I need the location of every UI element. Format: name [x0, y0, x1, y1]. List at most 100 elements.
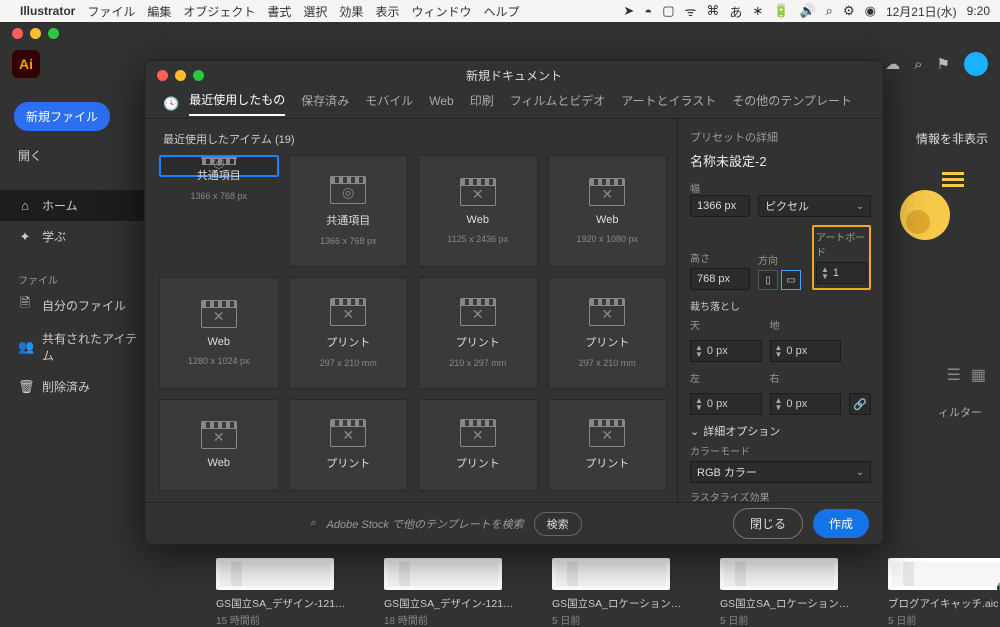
- preset-name-input[interactable]: 名称未設定-2: [690, 151, 871, 170]
- recent-file[interactable]: GS国立SA_ロケーション1208- 5 日前: [552, 558, 682, 627]
- preset-card[interactable]: Web1125 x 2436 px: [418, 155, 538, 267]
- recent-file[interactable]: GS国立SA_デザイン-1215.ai 18 時間前: [384, 558, 514, 627]
- menu-view[interactable]: 表示: [375, 3, 399, 20]
- line-icon[interactable]: ◓: [644, 4, 652, 19]
- sidebar-shared[interactable]: 👥 共有されたアイテム: [0, 323, 160, 371]
- page-x-icon: [201, 421, 237, 449]
- recent-file[interactable]: ブログアイキャッチ.aic 5 日前: [888, 558, 1000, 627]
- create-button[interactable]: 作成: [813, 509, 869, 538]
- menubar-time[interactable]: 9:20: [967, 4, 990, 18]
- tab-other[interactable]: その他のテンプレート: [732, 92, 852, 115]
- preset-card[interactable]: Web1280 x 1024 px: [159, 277, 279, 389]
- preset-dim: 210 x 297 mm: [449, 358, 506, 368]
- menu-select[interactable]: 選択: [303, 3, 327, 20]
- chevron-down-icon: ⌄: [856, 467, 864, 478]
- tab-film[interactable]: フィルムとビデオ: [510, 92, 606, 115]
- bleed-right-input[interactable]: ▲▼0 px: [770, 393, 842, 415]
- menu-type[interactable]: 書式: [267, 3, 291, 20]
- home-sidebar: 新規ファイル 開く ⌂ ホーム ✦ 学ぶ ファイル 🗎 自分のファイル 👥 共有…: [0, 84, 160, 412]
- height-input[interactable]: 768 px: [690, 268, 750, 290]
- width-input[interactable]: 1366 px: [690, 195, 750, 217]
- display-icon[interactable]: ▢: [662, 3, 674, 19]
- preset-card[interactable]: プリント297 x 210 mm: [548, 277, 668, 389]
- sidebar-shared-label: 共有されたアイテム: [42, 330, 142, 364]
- tab-print[interactable]: 印刷: [470, 92, 494, 115]
- preset-title: プリント: [456, 334, 500, 350]
- close-button[interactable]: 閉じる: [733, 508, 803, 539]
- sidebar-home[interactable]: ⌂ ホーム: [0, 190, 160, 221]
- sidebar-learn[interactable]: ✦ 学ぶ: [0, 221, 160, 252]
- tab-recent[interactable]: 最近使用したもの: [189, 91, 285, 116]
- unit-select[interactable]: ピクセル⌄: [758, 195, 871, 217]
- wifi-icon[interactable]: ᯤ: [684, 2, 696, 20]
- preset-card[interactable]: プリント: [418, 399, 538, 491]
- grid-view-icon[interactable]: ▦: [971, 365, 986, 385]
- stock-search-button[interactable]: 検索: [534, 512, 582, 536]
- lang-icon[interactable]: あ: [729, 2, 742, 21]
- tab-mobile[interactable]: モバイル: [365, 92, 413, 115]
- menu-file[interactable]: ファイル: [87, 3, 135, 20]
- file-name: GS国立SA_ロケーション1208.ai: [720, 596, 850, 611]
- search-app-icon[interactable]: ⌕: [914, 56, 922, 73]
- artboard-stepper[interactable]: ▲▼ 1: [816, 262, 867, 284]
- open-button[interactable]: 開く: [0, 139, 160, 172]
- cloud-icon[interactable]: ☁: [885, 55, 900, 73]
- height-label: 高さ: [690, 250, 750, 265]
- preset-card[interactable]: プリント297 x 210 mm: [289, 277, 409, 389]
- user-avatar[interactable]: [964, 52, 988, 76]
- preset-card[interactable]: プリント: [289, 399, 409, 491]
- control-center-icon[interactable]: ⚙: [843, 3, 855, 19]
- menu-window[interactable]: ウィンドウ: [411, 3, 471, 20]
- preset-dim: 1366 x 768 px: [320, 236, 377, 246]
- recent-file[interactable]: GS国立SA_ロケーション1208.ai 5 日前: [720, 558, 850, 627]
- tab-web[interactable]: Web: [429, 94, 453, 114]
- orientation-landscape-button[interactable]: ▭: [781, 270, 801, 290]
- stock-search-label[interactable]: Adobe Stock で他のテンプレートを検索: [327, 516, 524, 532]
- preset-card[interactable]: 共通項目1366 x 768 px: [289, 155, 409, 267]
- menu-object[interactable]: オブジェクト: [183, 3, 255, 20]
- orientation-portrait-button[interactable]: ▯: [758, 270, 778, 290]
- siri-icon[interactable]: ◉: [865, 3, 876, 19]
- shortcut-icon[interactable]: ⌘: [706, 3, 719, 19]
- preset-card[interactable]: Web1920 x 1080 px: [548, 155, 668, 267]
- chevron-down-icon: ⌄: [856, 201, 864, 212]
- info-hide-link[interactable]: 情報を非表示: [916, 130, 988, 147]
- bleed-bottom-input[interactable]: ▲▼0 px: [770, 340, 842, 362]
- new-file-button[interactable]: 新規ファイル: [14, 102, 110, 131]
- preset-card[interactable]: 共通項目1366 x 768 px: [159, 155, 279, 177]
- close-window-icon[interactable]: [12, 28, 23, 39]
- recent-file[interactable]: GS国立SA_デザイン-1215-ol.ai 15 時間前: [216, 558, 346, 627]
- page-x-icon: [460, 298, 496, 326]
- sidebar-deleted[interactable]: 🗑 削除済み: [0, 371, 160, 402]
- list-view-icon[interactable]: ☰: [947, 365, 961, 385]
- sound-icon[interactable]: 🔊: [799, 3, 815, 19]
- details-header: プリセットの詳細: [690, 129, 871, 145]
- location-icon[interactable]: ➤: [623, 3, 634, 19]
- search-icon[interactable]: ⌕: [826, 3, 833, 19]
- page-x-icon: [330, 419, 366, 447]
- sidebar-my-files[interactable]: 🗎 自分のファイル: [0, 287, 160, 323]
- preset-card[interactable]: Web: [159, 399, 279, 491]
- minimize-window-icon[interactable]: [30, 28, 41, 39]
- battery-icon[interactable]: 🔋: [773, 3, 789, 19]
- tab-art[interactable]: アートとイラスト: [621, 92, 716, 115]
- preset-card[interactable]: プリント 210 x 297 mm: [418, 277, 538, 389]
- stepper-arrows-icon[interactable]: ▲▼: [821, 266, 829, 280]
- advanced-toggle[interactable]: ⌄詳細オプション: [690, 423, 871, 439]
- menu-effect[interactable]: 効果: [339, 3, 363, 20]
- window-controls: [0, 22, 1000, 44]
- color-mode-select[interactable]: RGB カラー⌄: [690, 461, 871, 483]
- bleed-top-input[interactable]: ▲▼0 px: [690, 340, 762, 362]
- menu-edit[interactable]: 編集: [147, 3, 171, 20]
- link-bleed-icon[interactable]: 🔗: [849, 393, 871, 415]
- bluetooth-icon[interactable]: ∗: [752, 3, 763, 19]
- preset-card[interactable]: プリント: [548, 399, 668, 491]
- menubar-date[interactable]: 12月21日(水): [886, 3, 957, 20]
- app-name[interactable]: Illustrator: [20, 4, 75, 18]
- gift-icon[interactable]: ⚑: [937, 55, 950, 73]
- menu-help[interactable]: ヘルプ: [483, 3, 519, 20]
- page-x-icon: [330, 298, 366, 326]
- zoom-window-icon[interactable]: [48, 28, 59, 39]
- tab-saved[interactable]: 保存済み: [301, 92, 349, 115]
- bleed-left-input[interactable]: ▲▼0 px: [690, 393, 762, 415]
